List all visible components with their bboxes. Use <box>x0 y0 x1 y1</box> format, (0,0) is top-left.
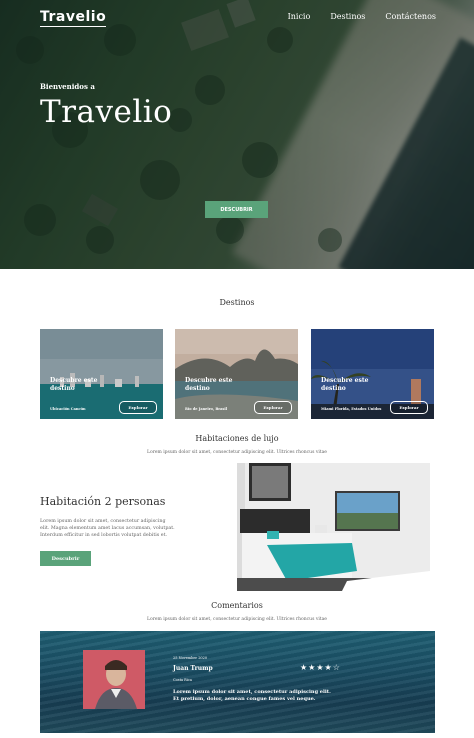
discover-button[interactable]: DESCUBRIR <box>205 201 268 218</box>
hero-title: Travelio <box>40 94 173 130</box>
card-address: Río de Janeiro, Brasil <box>185 407 228 411</box>
hero-overlay <box>0 0 474 269</box>
explore-button[interactable]: Explorar <box>119 401 157 414</box>
rating-stars-icon: ★★★★☆ <box>300 663 341 672</box>
card-address: Miami Florida, Estados Unidos <box>321 407 382 411</box>
room-title: Habitación 2 personas <box>40 495 166 508</box>
site-logo[interactable]: Travelio <box>40 9 107 27</box>
room-discover-button[interactable]: Descubrir <box>40 551 91 566</box>
lujo-title: Habitaciones de lujo <box>195 434 279 443</box>
card-title: Descubre este destino <box>50 377 98 392</box>
destination-card-miami[interactable]: Descubre este destino Miami Florida, Est… <box>311 329 434 419</box>
card-title: Descubre este destino <box>185 377 233 392</box>
hero-banner: Travelio Inicio Destinos Contáctenos Bie… <box>0 0 474 269</box>
reviewer-location: Costa Rica <box>173 678 192 682</box>
explore-button[interactable]: Explorar <box>390 401 428 414</box>
comentarios-subtitle: Lorem ipsum dolor sit amet, consectetur … <box>147 617 327 622</box>
card-title: Descubre este destino <box>321 377 369 392</box>
review-date: 25 November 2020 <box>173 656 208 660</box>
nav-link-inicio[interactable]: Inicio <box>288 12 311 21</box>
destination-card-cancun[interactable]: Descubre este destino Ubicación Cancún E… <box>40 329 163 419</box>
hero-welcome-text: Bienvenidos a <box>40 82 95 91</box>
room-description: Lorem ipsum dolor sit amet, consectetur … <box>40 519 175 538</box>
nav-link-destinos[interactable]: Destinos <box>330 12 365 21</box>
review-text: Lorem ipsum dolor sit amet, consectetur … <box>173 689 331 702</box>
reviewer-avatar <box>83 650 145 709</box>
comentarios-title: Comentarios <box>211 601 263 610</box>
main-nav: Inicio Destinos Contáctenos <box>288 12 436 21</box>
nav-link-contactenos[interactable]: Contáctenos <box>385 12 436 21</box>
destination-card-rio[interactable]: Descubre este destino Río de Janeiro, Br… <box>175 329 298 419</box>
explore-button[interactable]: Explorar <box>254 401 292 414</box>
card-address: Ubicación Cancún <box>50 407 86 411</box>
lujo-subtitle: Lorem ipsum dolor sit amet, consectetur … <box>147 450 327 455</box>
room-photo <box>237 463 430 591</box>
review-card: 25 November 2020 Juan Trump Costa Rica L… <box>40 631 435 733</box>
reviewer-name: Juan Trump <box>173 665 213 672</box>
destinos-title: Destinos <box>219 298 255 307</box>
